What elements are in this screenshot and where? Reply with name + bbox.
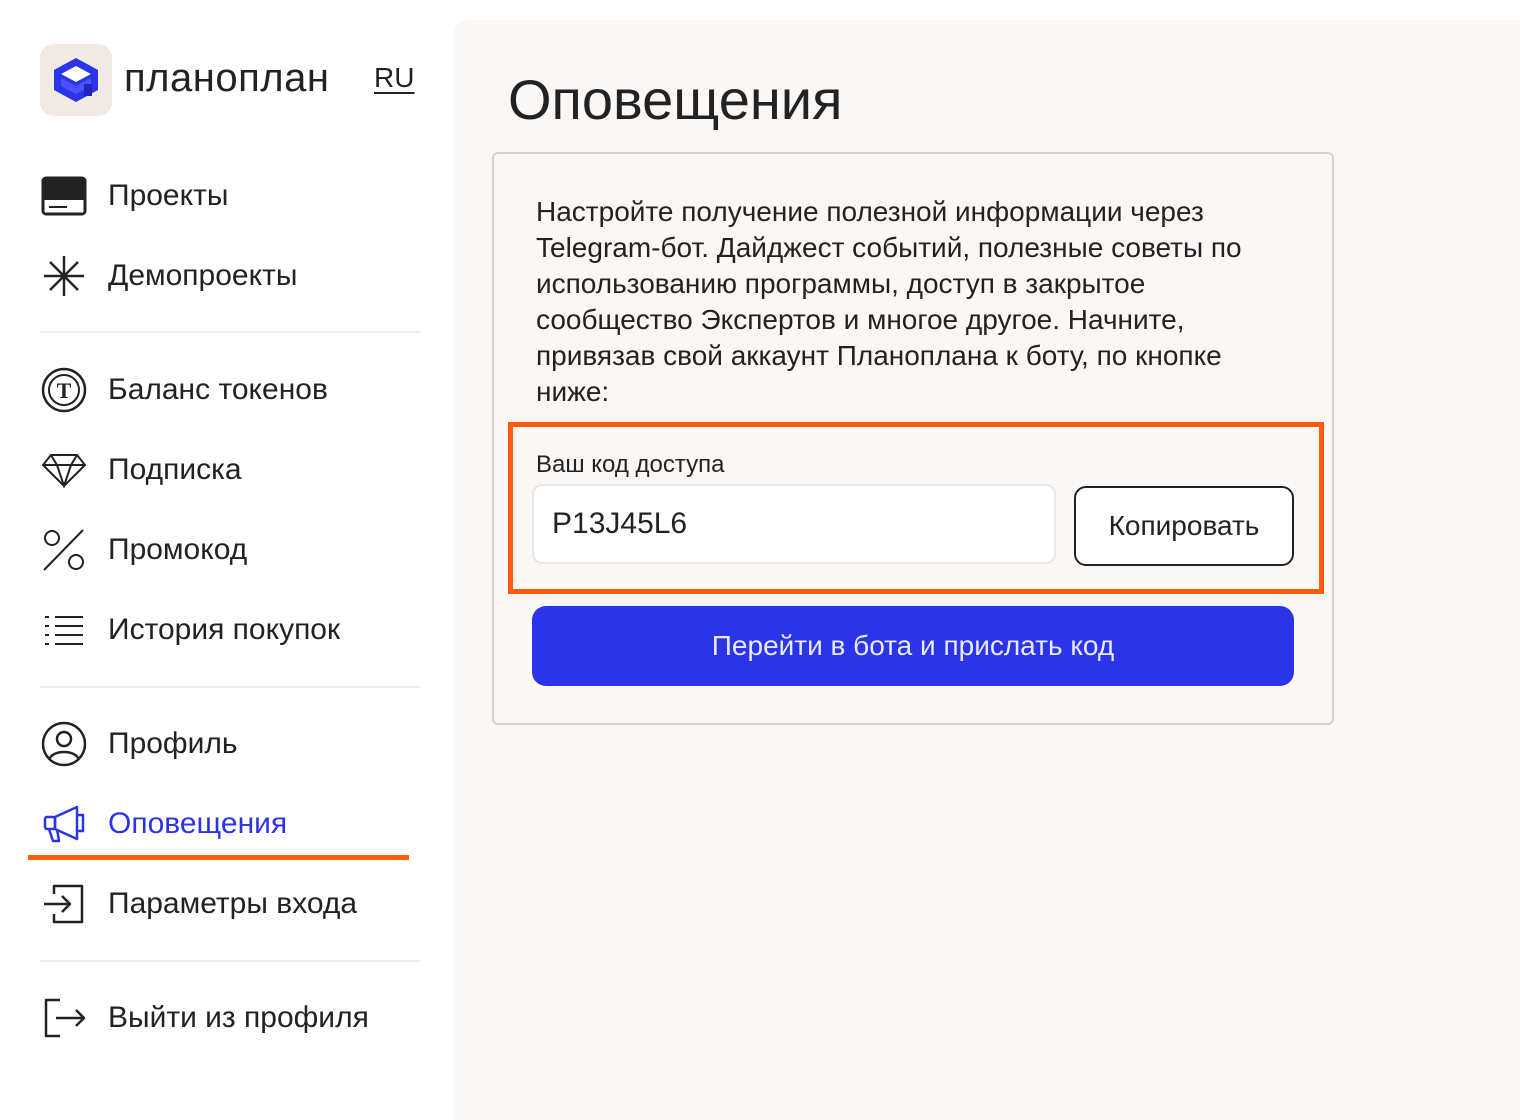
user-icon (40, 720, 88, 768)
login-icon (40, 880, 88, 928)
divider (40, 686, 420, 688)
sidebar-item-label: Демопроекты (108, 259, 298, 292)
notifications-card: Настройте получение полезной информации … (492, 152, 1334, 725)
sidebar-item-label: Профиль (108, 727, 238, 760)
sidebar-item-logout[interactable]: Выйти из профиля (40, 988, 420, 1048)
sidebar-item-label: Параметры входа (108, 887, 358, 920)
access-code-label: Ваш код доступа (536, 451, 725, 478)
sidebar-item-projects[interactable]: Проекты (40, 166, 420, 226)
sidebar-item-label: Промокод (108, 533, 248, 566)
page-title: Оповещения (508, 68, 843, 131)
sidebar-item-promocode[interactable]: Промокод (40, 520, 420, 580)
sidebar-item-notifications[interactable]: Оповещения (40, 794, 420, 854)
copy-button[interactable]: Копировать (1074, 486, 1294, 566)
diamond-icon (40, 446, 88, 494)
brand-name: планоплан (124, 56, 330, 100)
sidebar-item-subscription[interactable]: Подписка (40, 440, 420, 500)
token-icon: T (40, 366, 88, 414)
megaphone-icon (40, 800, 88, 848)
sidebar-item-purchase-history[interactable]: История покупок (40, 600, 420, 660)
svg-text:T: T (57, 378, 72, 403)
projects-icon (40, 172, 88, 220)
sidebar-item-demo-projects[interactable]: Демопроекты (40, 246, 420, 306)
go-to-bot-button[interactable]: Перейти в бота и прислать код (532, 606, 1294, 686)
divider (40, 960, 420, 962)
sidebar-item-label: История покупок (108, 613, 341, 646)
sidebar-item-label: Оповещения (108, 807, 288, 840)
sidebar-item-label: Подписка (108, 453, 242, 486)
sidebar: планоплан RU Проекты Демопроекты T Балан… (0, 0, 454, 1120)
sidebar-item-profile[interactable]: Профиль (40, 714, 420, 774)
asterisk-icon (40, 252, 88, 300)
list-icon (40, 606, 88, 654)
card-description: Настройте получение полезной информации … (536, 196, 1242, 407)
language-switch[interactable]: RU (374, 62, 414, 94)
main-content: Оповещения Настройте получение полезной … (454, 20, 1520, 1120)
logo-icon[interactable] (40, 44, 112, 116)
sidebar-item-label: Баланс токенов (108, 373, 328, 406)
logout-icon (40, 994, 88, 1042)
sidebar-item-label: Проекты (108, 179, 229, 212)
sidebar-item-token-balance[interactable]: T Баланс токенов (40, 360, 420, 420)
sidebar-item-login-settings[interactable]: Параметры входа (40, 874, 420, 934)
access-code-field[interactable] (532, 484, 1056, 564)
divider (40, 331, 420, 333)
active-item-underline (28, 855, 409, 860)
sidebar-item-label: Выйти из профиля (108, 1001, 369, 1034)
percent-icon (40, 526, 88, 574)
